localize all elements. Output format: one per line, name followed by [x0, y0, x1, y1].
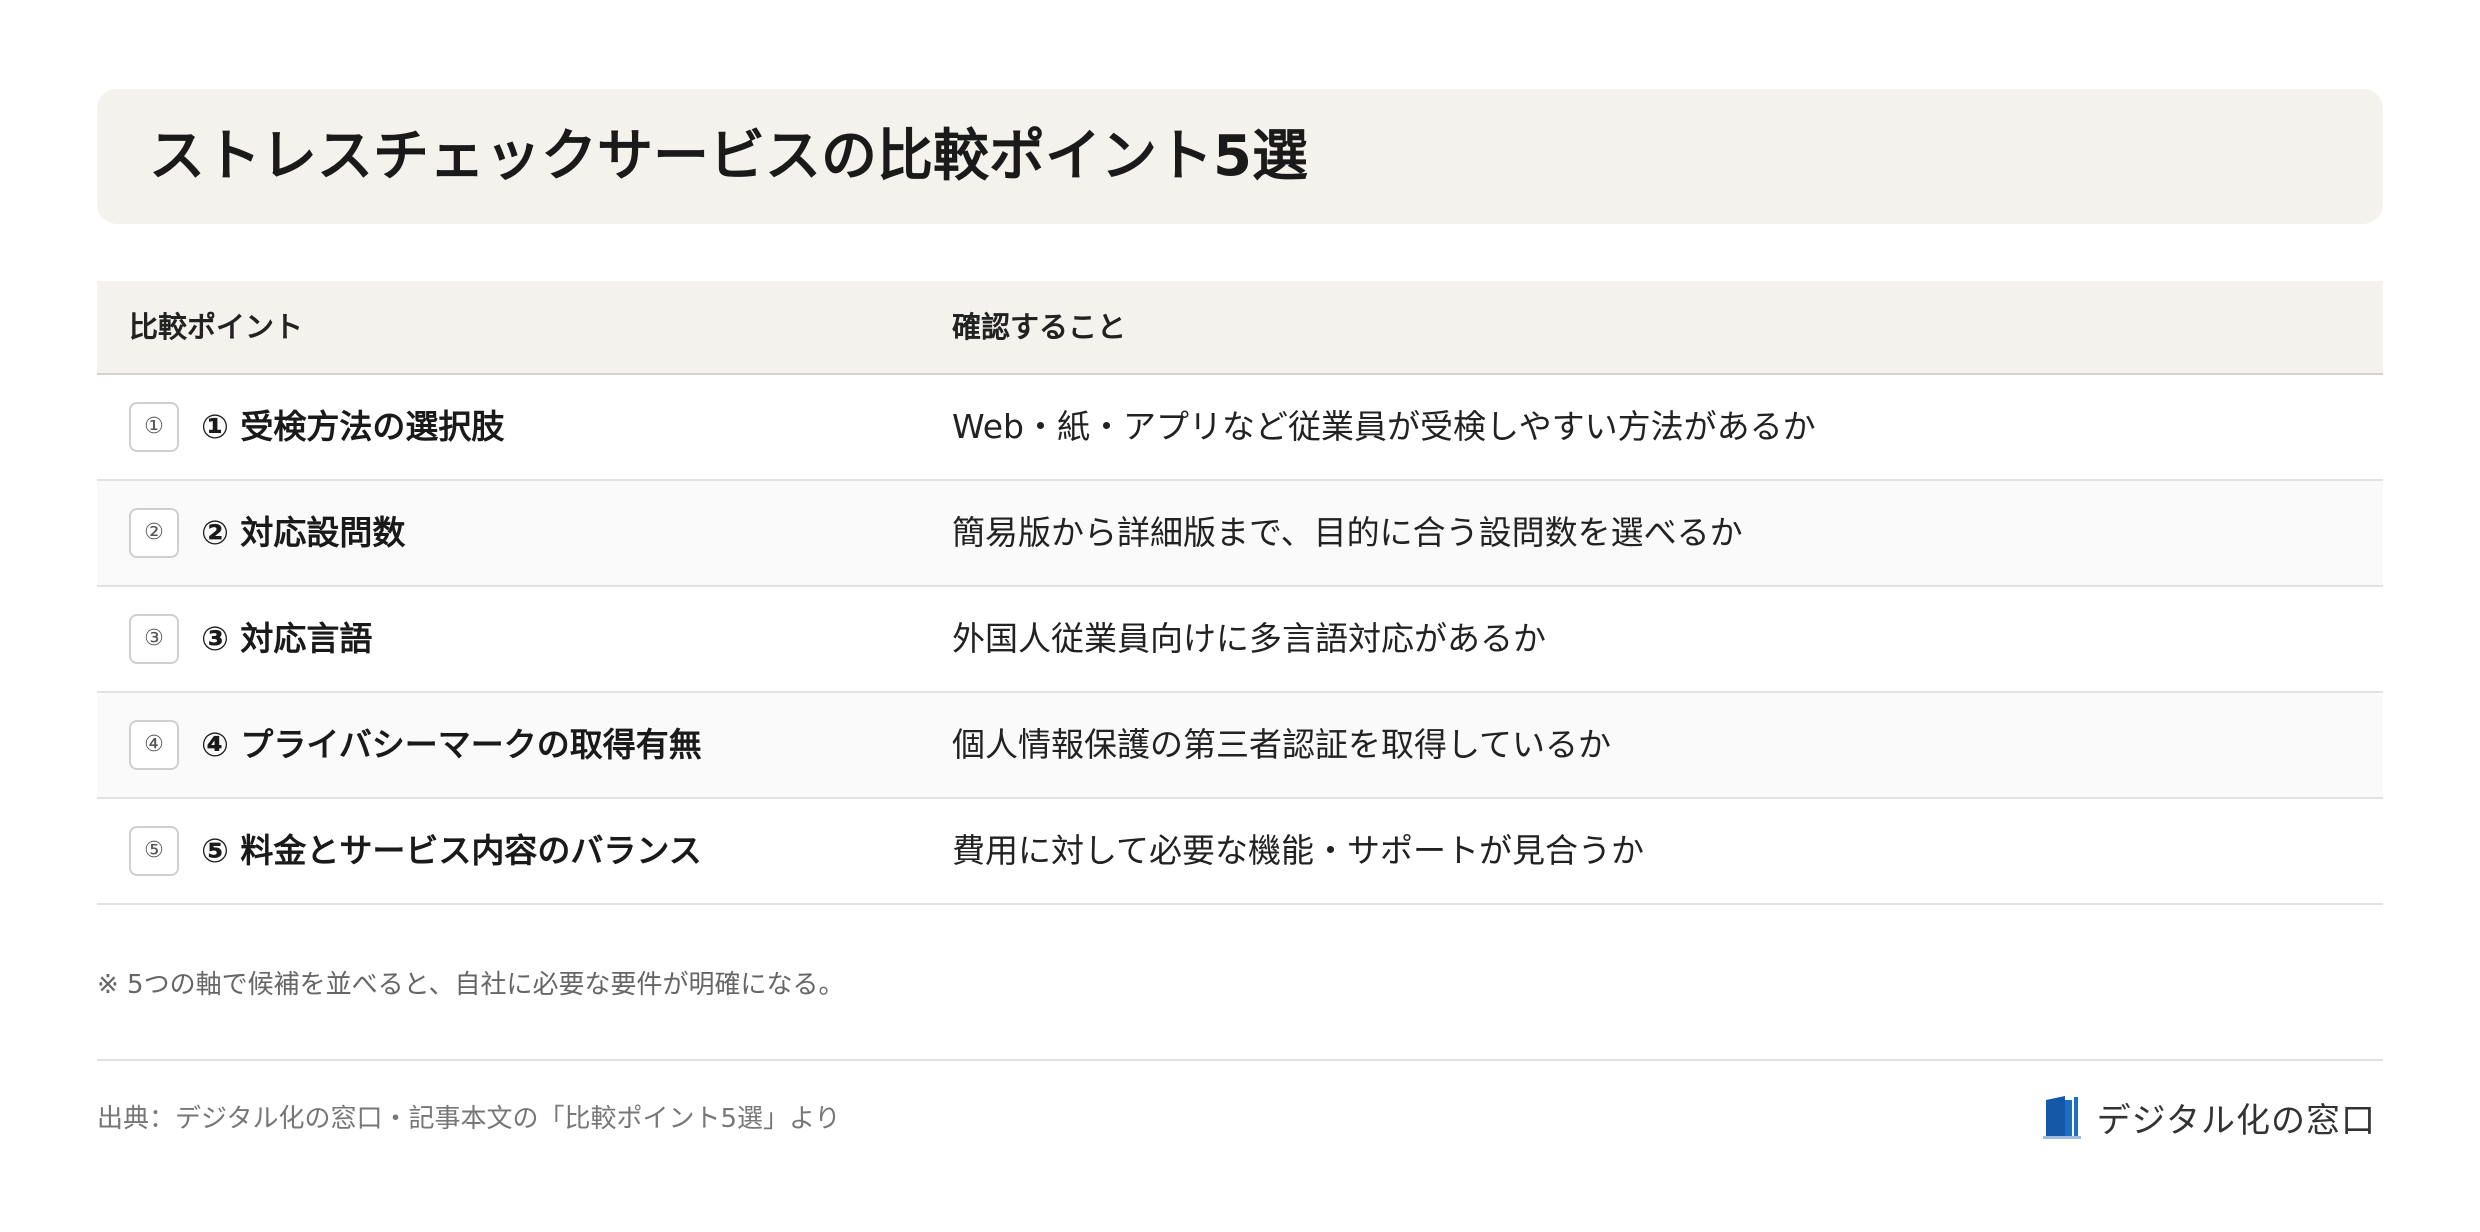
comparison-point: ⑤ 料金とサービス内容のバランス	[201, 831, 702, 870]
footnote: ※ 5つの軸で候補を並べると、自社に必要な要件が明確になる。	[97, 970, 845, 1000]
brand-logo: デジタル化の窓口	[2042, 1092, 2376, 1142]
check-item: 個人情報保護の第三者認証を取得しているか	[952, 725, 1612, 764]
column-header-check: 確認すること	[952, 310, 1127, 344]
brand-name: デジタル化の窓口	[2096, 1100, 2376, 1141]
comparison-point: ① 受検方法の選択肢	[201, 407, 505, 446]
comparison-table: 比較ポイント 確認すること ① ① 受検方法の選択肢 Web・紙・アプリなど従業…	[97, 281, 2383, 905]
row-number-badge: ②	[129, 508, 179, 558]
check-item: 外国人従業員向けに多言語対応があるか	[952, 619, 1546, 658]
table-row: ① ① 受検方法の選択肢 Web・紙・アプリなど従業員が受検しやすい方法があるか	[97, 375, 2383, 481]
row-number-badge: ③	[129, 614, 179, 664]
page-title: ストレスチェックサービスの比較ポイント5選	[149, 124, 1308, 189]
comparison-point: ③ 対応言語	[201, 619, 373, 658]
source-citation: 出典：デジタル化の窓口・記事本文の「比較ポイント5選」より	[97, 1104, 841, 1134]
check-item: 費用に対して必要な機能・サポートが見合うか	[952, 831, 1645, 870]
row-number-badge: ④	[129, 720, 179, 770]
footer-divider	[97, 1059, 2383, 1061]
table-row: ③ ③ 対応言語 外国人従業員向けに多言語対応があるか	[97, 587, 2383, 693]
door-logo-icon	[2042, 1096, 2081, 1139]
table-row: ④ ④ プライバシーマークの取得有無 個人情報保護の第三者認証を取得しているか	[97, 693, 2383, 799]
table-row: ⑤ ⑤ 料金とサービス内容のバランス 費用に対して必要な機能・サポートが見合うか	[97, 799, 2383, 905]
table-header: 比較ポイント 確認すること	[97, 281, 2383, 375]
comparison-point: ④ プライバシーマークの取得有無	[201, 725, 702, 764]
column-header-point: 比較ポイント	[129, 310, 304, 344]
comparison-point: ② 対応設問数	[201, 513, 406, 552]
title-panel: ストレスチェックサービスの比較ポイント5選	[97, 89, 2383, 224]
check-item: Web・紙・アプリなど従業員が受検しやすい方法があるか	[952, 407, 1816, 446]
row-number-badge: ⑤	[129, 826, 179, 876]
check-item: 簡易版から詳細版まで、目的に合う設問数を選べるか	[952, 513, 1743, 552]
table-row: ② ② 対応設問数 簡易版から詳細版まで、目的に合う設問数を選べるか	[97, 481, 2383, 587]
row-number-badge: ①	[129, 402, 179, 452]
